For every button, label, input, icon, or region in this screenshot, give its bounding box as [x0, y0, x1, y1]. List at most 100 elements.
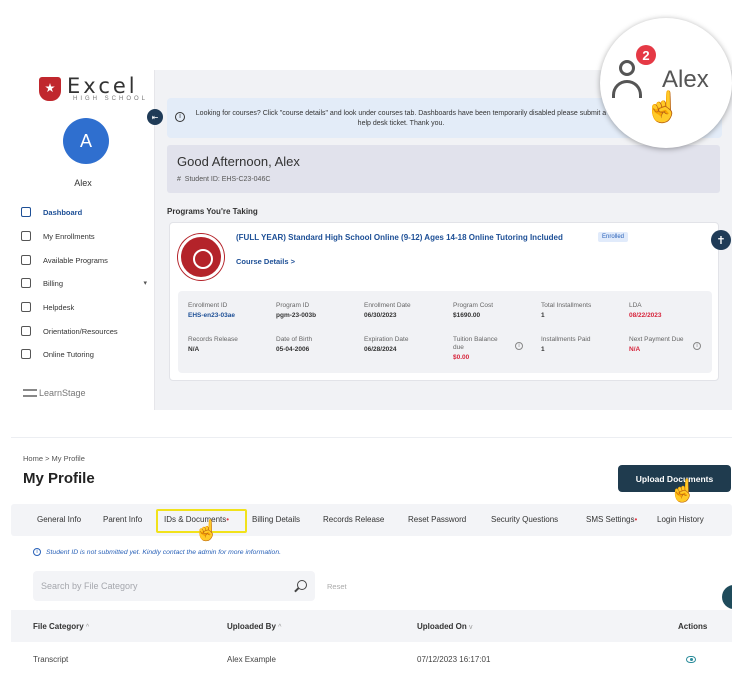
- sidebar-item-available-programs[interactable]: Available Programs: [21, 255, 147, 265]
- cell-label: Enrollment ID: [188, 302, 228, 309]
- tab-label: Records Release: [323, 515, 385, 524]
- sort-icon[interactable]: v: [469, 624, 473, 631]
- notice-text: Looking for courses? Click "course detai…: [195, 110, 607, 127]
- column-file-category[interactable]: File Category ^: [33, 622, 89, 631]
- tab-parent-info[interactable]: Parent Info: [103, 515, 142, 524]
- column-label: File Category: [33, 622, 84, 631]
- view-eye-icon[interactable]: [686, 656, 696, 663]
- sidebar-item-helpdesk[interactable]: Helpdesk: [21, 302, 147, 312]
- sidebar-item-online-tutoring[interactable]: Online Tutoring: [21, 349, 147, 359]
- profile-screenshot: Home > My Profile My Profile Upload Docu…: [11, 437, 732, 700]
- student-id-text: Student ID: EHS-C23-046C: [184, 176, 271, 183]
- next-payment-cell: Next Payment Due N/A: [629, 336, 685, 354]
- sidebar-user-name: Alex: [74, 178, 92, 188]
- floating-action-button[interactable]: [722, 585, 732, 609]
- enrollment-date-value: 06/30/2023: [364, 312, 397, 319]
- user-icon[interactable]: [612, 60, 642, 98]
- column-label: Uploaded By: [227, 622, 276, 631]
- learnstage-name: LearnStage: [39, 388, 86, 398]
- accessibility-button[interactable]: ✝: [711, 230, 731, 250]
- table-header: File Category ^ Uploaded By ^ Uploaded O…: [11, 610, 732, 642]
- sidebar-item-dashboard[interactable]: Dashboard: [21, 207, 147, 217]
- installments-paid-value: 1: [541, 346, 545, 353]
- course-details-link[interactable]: Course Details >: [236, 257, 295, 266]
- info-icon: i: [33, 548, 41, 556]
- records-release-value: N/A: [188, 346, 200, 353]
- sidebar-item-label: My Enrollments: [43, 231, 95, 241]
- search-bar: [33, 571, 315, 601]
- sidebar-item-label: Helpdesk: [43, 302, 75, 312]
- pointer-hand-icon: ☝: [669, 478, 697, 503]
- avatar[interactable]: A: [63, 118, 109, 164]
- program-title[interactable]: (FULL YEAR) Standard High School Online …: [236, 233, 563, 242]
- lda-cell: LDA 08/22/2023: [629, 302, 662, 320]
- sidebar-item-billing[interactable]: Billing ▾: [21, 278, 147, 288]
- tab-sms-settings[interactable]: SMS Settings•: [586, 515, 637, 524]
- student-id: # Student ID: EHS-C23-046C: [177, 176, 270, 183]
- shield-logo-icon: [39, 77, 61, 101]
- tab-label: Parent Info: [103, 515, 143, 524]
- tab-login-history[interactable]: Login History: [657, 515, 704, 524]
- building-icon: [21, 326, 31, 336]
- cell-label: Program ID: [276, 302, 310, 309]
- column-label: Actions: [678, 622, 708, 631]
- cell-label: Records Release: [188, 336, 238, 343]
- brand-logo[interactable]: Excel HIGH SCHOOL: [39, 76, 148, 102]
- school-seal-logo: [178, 234, 224, 280]
- sidebar-item-label: Billing: [43, 278, 64, 288]
- user-menu-zoom-callout: 2 Alex ☝: [600, 18, 732, 148]
- tab-general-info[interactable]: General Info: [37, 515, 81, 524]
- brand-name: Excel: [67, 74, 138, 98]
- lda-value: 08/22/2023: [629, 312, 662, 319]
- chevron-down-icon[interactable]: ▾: [143, 279, 147, 287]
- expiration-date-cell: Expiration Date 06/28/2024: [364, 336, 408, 354]
- column-uploaded-on[interactable]: Uploaded On v: [417, 622, 473, 631]
- enrollment-id-cell: Enrollment ID EHS-en23-03ae: [188, 302, 235, 320]
- next-payment-value: N/A: [629, 346, 641, 353]
- search-icon[interactable]: [297, 580, 307, 590]
- reset-button[interactable]: Reset: [327, 582, 347, 591]
- row-uploaded-on: 07/12/2023 16:17:01: [417, 655, 491, 664]
- cell-label: Installments Paid: [541, 336, 591, 343]
- search-input[interactable]: [41, 571, 281, 601]
- sort-icon[interactable]: ^: [86, 624, 89, 631]
- records-release-cell: Records Release N/A: [188, 336, 238, 354]
- column-label: Uploaded On: [417, 622, 467, 631]
- alert-text: Student ID is not submitted yet. Kindly …: [46, 548, 281, 556]
- grid-icon: [21, 255, 31, 265]
- program-id-value: pgm-23-003b: [276, 312, 317, 319]
- tab-reset-password[interactable]: Reset Password: [408, 515, 466, 524]
- enrollment-date-cell: Enrollment Date 06/30/2023: [364, 302, 411, 320]
- info-icon[interactable]: i: [693, 342, 701, 350]
- sidebar-item-label: Orientation/Resources: [43, 326, 118, 336]
- program-id-cell: Program ID pgm-23-003b: [276, 302, 316, 320]
- program-cost-value: $1690.00: [453, 312, 481, 319]
- tab-security-questions[interactable]: Security Questions: [491, 515, 558, 524]
- column-actions: Actions: [678, 622, 707, 631]
- home-icon: [21, 207, 31, 217]
- student-id-alert: i Student ID is not submitted yet. Kindl…: [33, 548, 281, 556]
- info-icon[interactable]: i: [515, 342, 523, 350]
- tab-label: General Info: [37, 515, 82, 524]
- learnstage-footer-logo: LearnStage: [23, 388, 86, 398]
- sidebar-item-my-enrollments[interactable]: My Enrollments: [21, 231, 147, 241]
- book-icon: [21, 231, 31, 241]
- sidebar-item-orientation-resources[interactable]: Orientation/Resources: [21, 326, 147, 336]
- collapse-sidebar-button[interactable]: ⇤: [147, 109, 163, 125]
- cell-label: Expiration Date: [364, 336, 409, 343]
- dob-cell: Date of Birth 05-04-2006: [276, 336, 312, 354]
- program-card: (FULL YEAR) Standard High School Online …: [169, 222, 719, 381]
- brand-subtitle: HIGH SCHOOL: [73, 96, 149, 102]
- tab-records-release[interactable]: Records Release: [323, 515, 384, 524]
- row-file-category: Transcript: [33, 655, 69, 664]
- card-icon: [21, 278, 31, 288]
- headset-icon: [21, 302, 31, 312]
- profile-tabs: General Info Parent Info IDs & Documents…: [11, 504, 732, 536]
- tab-billing-details[interactable]: Billing Details: [252, 515, 300, 524]
- breadcrumb[interactable]: Home > My Profile: [23, 454, 85, 463]
- learnstage-icon: [23, 389, 37, 397]
- cell-label: Enrollment Date: [364, 302, 411, 309]
- sort-icon[interactable]: ^: [278, 624, 281, 631]
- cell-label: LDA: [629, 302, 642, 309]
- column-uploaded-by[interactable]: Uploaded By ^: [227, 622, 281, 631]
